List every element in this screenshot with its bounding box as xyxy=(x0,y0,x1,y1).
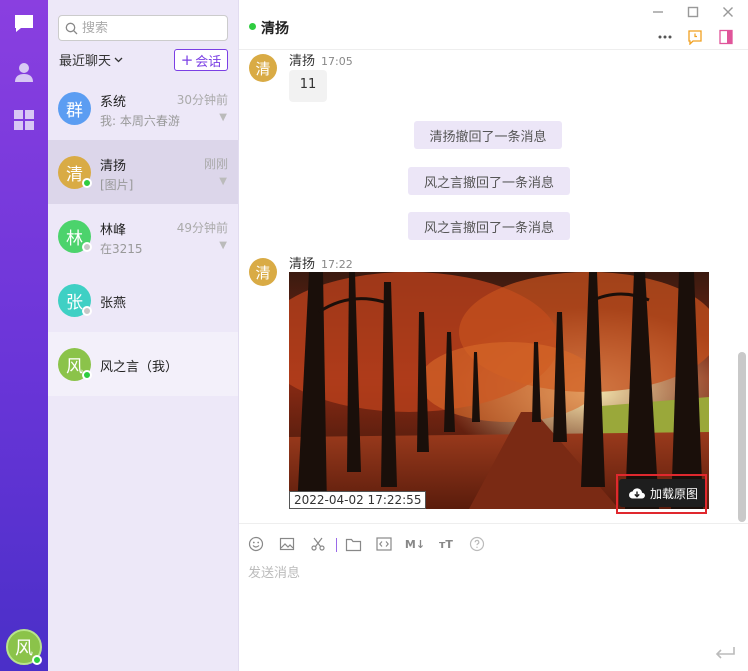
message-input[interactable] xyxy=(248,562,728,622)
notice-text: 清扬撤回了一条消息 xyxy=(429,129,547,145)
chat-pane: 清扬 清 清扬 17:05 11 清扬撤回了一条消息 风之言撤回了一条消息 风之言… xyxy=(239,0,748,671)
history-clock-icon[interactable] xyxy=(686,28,704,46)
search-box[interactable] xyxy=(58,15,228,41)
contact-time: 49分钟前 xyxy=(176,221,228,235)
recent-chats-label: 最近聊天 xyxy=(59,54,112,69)
message-text: 11 xyxy=(299,77,317,92)
chat-header: 清扬 xyxy=(239,0,748,50)
markdown-icon[interactable]: M↓ xyxy=(404,535,426,553)
apps-grid-icon[interactable] xyxy=(12,108,36,132)
send-enter-icon[interactable] xyxy=(713,643,737,663)
toolbar-divider xyxy=(336,538,337,552)
contact-item[interactable]: 林 林峰 49分钟前 在3215 ▼ xyxy=(48,204,238,268)
help-icon[interactable] xyxy=(468,535,486,553)
avatar: 群 xyxy=(58,92,91,125)
new-session-label: 会话 xyxy=(195,54,222,70)
contact-item[interactable]: 群 系统 30分钟前 我: 本周六春游 ▼ xyxy=(48,76,238,140)
search-icon xyxy=(65,22,78,34)
online-indicator xyxy=(82,370,92,380)
load-original-label: 加载原图 xyxy=(649,486,698,501)
avatar-char: 清 xyxy=(255,263,271,282)
composer-toolbar: M↓ ᴛT xyxy=(239,523,748,563)
avatar-char: 清 xyxy=(255,59,271,78)
cloud-download-icon xyxy=(628,488,645,499)
message-image[interactable]: 2022-04-02 17:22:55 加载原图 xyxy=(289,272,709,509)
chat-title: 清扬 xyxy=(261,21,289,37)
contact-name: 风之言（我） xyxy=(100,360,179,375)
recall-notice: 清扬撤回了一条消息 xyxy=(414,121,562,149)
scissors-icon[interactable] xyxy=(309,535,327,553)
autumn-forest-path-image xyxy=(289,272,709,509)
nav-rail: 风 xyxy=(0,0,48,671)
side-panel-icon[interactable] xyxy=(717,28,735,46)
recall-notice: 风之言撤回了一条消息 xyxy=(408,212,570,240)
new-session-button[interactable]: + 会话 xyxy=(174,49,228,71)
message-avatar: 清 xyxy=(249,54,277,82)
self-online-indicator xyxy=(32,655,42,665)
contact-preview: 我: 本周六春游 xyxy=(100,114,180,128)
text-format-icon[interactable]: ᴛT xyxy=(437,535,455,553)
contact-preview: [图片] xyxy=(100,178,134,192)
emoji-icon[interactable] xyxy=(247,535,265,553)
minimize-icon[interactable] xyxy=(650,4,666,20)
image-icon[interactable] xyxy=(278,535,296,553)
message-time: 17:05 xyxy=(321,55,353,68)
message-header: 清扬 17:05 xyxy=(289,50,353,69)
contact-name: 系统 xyxy=(100,95,127,110)
message-header: 清扬 17:22 xyxy=(289,253,353,272)
recall-notice: 风之言撤回了一条消息 xyxy=(408,167,570,195)
contact-item[interactable]: 风 风之言（我） xyxy=(48,332,238,396)
chat-icon[interactable] xyxy=(12,12,36,36)
online-indicator xyxy=(82,178,92,188)
close-icon[interactable] xyxy=(720,4,736,20)
pin-icon: ▼ xyxy=(219,176,227,187)
contact-item[interactable]: 清 清扬 刚刚 [图片] ▼ xyxy=(48,140,238,204)
avatar-char: 风 xyxy=(66,357,83,377)
self-avatar-char: 风 xyxy=(15,638,33,659)
message-sender: 清扬 xyxy=(289,54,316,69)
avatar-char: 清 xyxy=(66,165,83,185)
message-avatar: 清 xyxy=(249,258,277,286)
chevron-down-icon xyxy=(114,57,123,62)
message-bubble[interactable]: 11 xyxy=(289,70,327,102)
notice-text: 风之言撤回了一条消息 xyxy=(423,220,554,236)
offline-indicator xyxy=(82,306,92,316)
maximize-icon[interactable] xyxy=(685,4,701,20)
search-input[interactable] xyxy=(82,20,212,36)
message-time: 17:22 xyxy=(321,258,353,271)
contact-name: 林峰 xyxy=(100,223,127,238)
offline-indicator xyxy=(82,242,92,252)
contact-item[interactable]: 张 张燕 xyxy=(48,268,238,332)
pin-icon: ▼ xyxy=(219,240,227,251)
contact-time: 刚刚 xyxy=(203,157,228,171)
plus-icon: + xyxy=(180,50,194,69)
message-scrollbar[interactable] xyxy=(738,352,746,522)
conversation-list-pane: 最近聊天 + 会话 群 系统 30分钟前 我: 本周六春游 ▼ 清 清扬 刚刚 … xyxy=(48,0,239,671)
avatar-char: 林 xyxy=(66,229,83,249)
avatar-char: 张 xyxy=(66,293,83,313)
contact-name: 清扬 xyxy=(100,159,127,174)
notice-text: 风之言撤回了一条消息 xyxy=(423,175,554,191)
markdown-label: M↓ xyxy=(404,537,426,551)
code-icon[interactable] xyxy=(375,535,393,553)
contact-time: 30分钟前 xyxy=(176,93,228,107)
recent-chats-dropdown[interactable]: 最近聊天 xyxy=(59,50,123,69)
folder-icon[interactable] xyxy=(344,535,362,553)
online-indicator xyxy=(249,23,256,30)
load-original-button[interactable]: 加载原图 xyxy=(619,479,707,507)
contact-preview: 在3215 xyxy=(100,242,143,256)
pin-icon: ▼ xyxy=(219,112,227,123)
image-timestamp: 2022-04-02 17:22:55 xyxy=(289,491,427,509)
avatar-char: 群 xyxy=(66,101,83,121)
text-format-label: ᴛT xyxy=(439,537,453,551)
contacts-icon[interactable] xyxy=(12,60,36,84)
more-icon[interactable] xyxy=(656,28,674,46)
message-sender: 清扬 xyxy=(289,257,316,272)
contact-name: 张燕 xyxy=(100,296,127,311)
